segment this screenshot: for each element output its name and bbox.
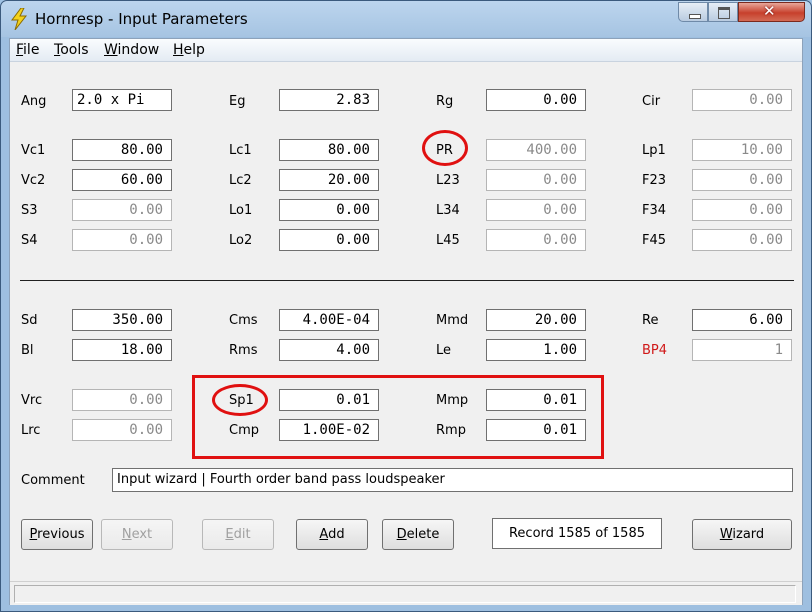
cir-field[interactable]: 0.00 [692, 89, 792, 111]
pr-field[interactable]: 400.00 [486, 139, 586, 161]
edit-button[interactable]: Edit [202, 519, 274, 550]
comment-field[interactable]: Input wizard | Fourth order band pass lo… [112, 468, 793, 492]
bl-field[interactable]: 18.00 [72, 339, 172, 361]
app-window: Hornresp - Input Parameters ✕ File Tools… [0, 0, 812, 612]
menu-window[interactable]: Window [104, 42, 159, 58]
f23-field[interactable]: 0.00 [692, 169, 792, 191]
l23-label: L23 [436, 173, 460, 188]
rms-label: Rms [229, 343, 258, 358]
minimize-icon [689, 14, 701, 19]
l45-label: L45 [436, 233, 460, 248]
le-label: Le [436, 343, 452, 358]
eg-field[interactable]: 2.83 [279, 89, 379, 111]
lc1-label: Lc1 [229, 143, 252, 158]
status-panel [14, 585, 796, 603]
passive-radiator-highlight-box [192, 375, 604, 459]
mmd-field[interactable]: 20.00 [486, 309, 586, 331]
f45-field[interactable]: 0.00 [692, 229, 792, 251]
vc1-field[interactable]: 80.00 [72, 139, 172, 161]
lc1-field[interactable]: 80.00 [279, 139, 379, 161]
record-counter: Record 1585 of 1585 [492, 518, 662, 549]
mmd-label: Mmd [436, 313, 469, 328]
close-button[interactable]: ✕ [738, 2, 805, 22]
rms-field[interactable]: 4.00 [279, 339, 379, 361]
delete-button[interactable]: Delete [382, 519, 454, 550]
client-area: File Tools Window Help Ang 2.0 x Pi Eg 2… [9, 38, 803, 605]
lo2-field[interactable]: 0.00 [279, 229, 379, 251]
maximize-icon [718, 7, 730, 19]
f23-label: F23 [642, 173, 667, 188]
input-parameters-form: Ang 2.0 x Pi Eg 2.83 Rg 0.00 Cir 0.00 Vc… [10, 62, 802, 582]
l34-field[interactable]: 0.00 [486, 199, 586, 221]
s4-label: S4 [21, 233, 38, 248]
cir-label: Cir [642, 94, 661, 109]
bp4-label: BP4 [642, 343, 668, 358]
rg-label: Rg [436, 94, 454, 109]
comment-label: Comment [21, 473, 85, 488]
lp1-label: Lp1 [642, 143, 666, 158]
lrc-field[interactable]: 0.00 [72, 419, 172, 441]
section-divider [20, 280, 794, 281]
lc2-field[interactable]: 20.00 [279, 169, 379, 191]
lp1-field[interactable]: 10.00 [692, 139, 792, 161]
l45-field[interactable]: 0.00 [486, 229, 586, 251]
vc2-label: Vc2 [21, 173, 46, 188]
close-icon: ✕ [763, 2, 776, 20]
cms-label: Cms [229, 313, 258, 328]
vrc-field[interactable]: 0.00 [72, 389, 172, 411]
previous-button[interactable]: Previous [21, 519, 93, 550]
menu-help[interactable]: Help [173, 42, 205, 58]
cms-field[interactable]: 4.00E-04 [279, 309, 379, 331]
vrc-label: Vrc [21, 393, 43, 408]
s3-label: S3 [21, 203, 38, 218]
l34-label: L34 [436, 203, 460, 218]
menu-file[interactable]: File [16, 42, 39, 58]
l23-field[interactable]: 0.00 [486, 169, 586, 191]
wizard-button[interactable]: Wizard [692, 519, 792, 550]
s4-field[interactable]: 0.00 [72, 229, 172, 251]
menu-tools[interactable]: Tools [54, 42, 89, 58]
s3-field[interactable]: 0.00 [72, 199, 172, 221]
window-title: Hornresp - Input Parameters [35, 10, 248, 28]
ang-field[interactable]: 2.0 x Pi [72, 89, 172, 111]
f45-label: F45 [642, 233, 667, 248]
sd-field[interactable]: 350.00 [72, 309, 172, 331]
le-field[interactable]: 1.00 [486, 339, 586, 361]
ang-label: Ang [21, 94, 47, 109]
lo1-field[interactable]: 0.00 [279, 199, 379, 221]
lc2-label: Lc2 [229, 173, 252, 188]
re-label: Re [642, 313, 659, 328]
bp4-field[interactable]: 1 [692, 339, 792, 361]
vc2-field[interactable]: 60.00 [72, 169, 172, 191]
sd-label: Sd [21, 313, 38, 328]
rg-field[interactable]: 0.00 [486, 89, 586, 111]
lo1-label: Lo1 [229, 203, 253, 218]
f34-label: F34 [642, 203, 667, 218]
re-field[interactable]: 6.00 [692, 309, 792, 331]
lightning-bolt-icon [11, 8, 28, 30]
menu-bar: File Tools Window Help [10, 39, 802, 62]
next-button[interactable]: Next [101, 519, 173, 550]
lrc-label: Lrc [21, 423, 41, 438]
lo2-label: Lo2 [229, 233, 253, 248]
status-bar [10, 581, 802, 605]
minimize-button[interactable] [678, 2, 708, 22]
maximize-button[interactable] [708, 2, 738, 22]
add-button[interactable]: Add [296, 519, 368, 550]
bl-label: Bl [21, 343, 34, 358]
vc1-label: Vc1 [21, 143, 46, 158]
f34-field[interactable]: 0.00 [692, 199, 792, 221]
pr-highlight-circle [422, 130, 468, 166]
title-bar[interactable]: Hornresp - Input Parameters ✕ [1, 1, 811, 37]
eg-label: Eg [229, 94, 246, 109]
